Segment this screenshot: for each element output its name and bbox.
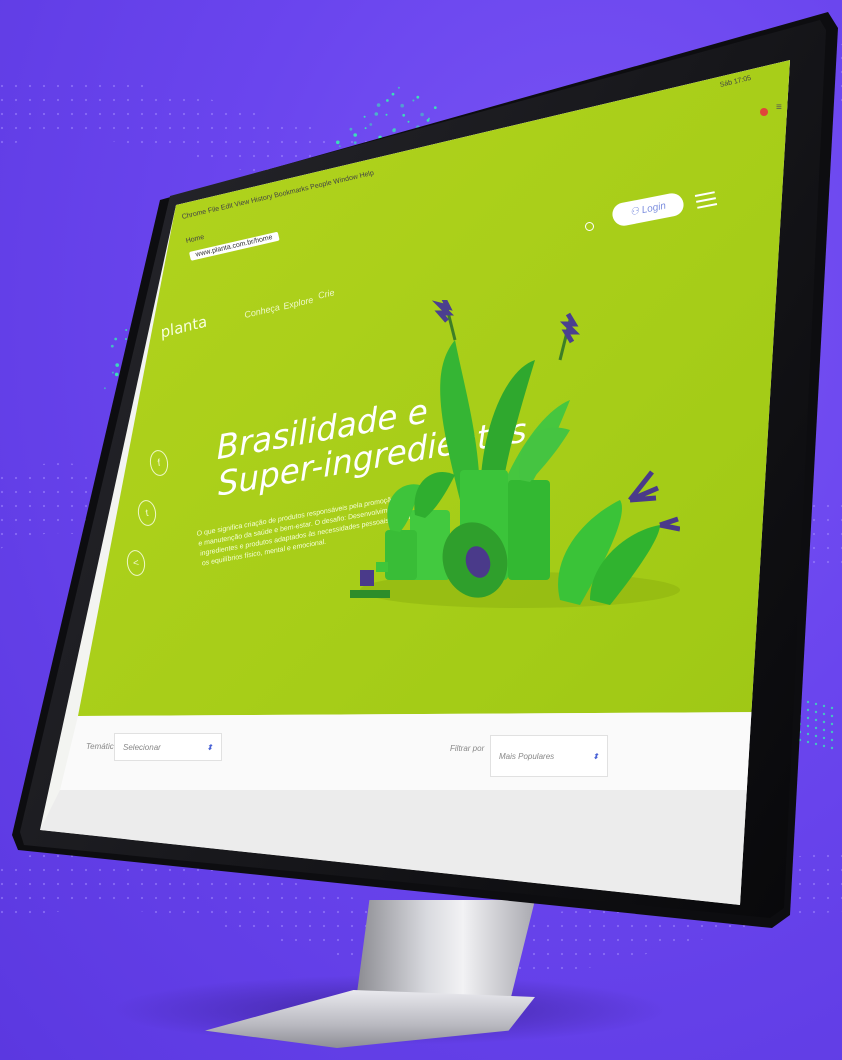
facebook-icon: f — [156, 457, 162, 469]
select-arrows-icon: ⬍ — [206, 742, 213, 752]
select-arrows-icon: ⬍ — [592, 751, 599, 761]
extension-icon[interactable] — [760, 108, 768, 116]
sort-select-value: Mais Populares — [499, 751, 555, 761]
share-icon: < — [132, 557, 140, 569]
hero-plant-illustration — [350, 300, 680, 608]
sort-label: Filtrar por — [450, 744, 485, 753]
browser-menu-icon[interactable]: ≡ — [776, 102, 782, 113]
category-select[interactable]: Selecionar ⬍ — [114, 733, 222, 761]
search-icon[interactable] — [585, 222, 594, 231]
monitor: Chrome File Edit View History Bookmarks … — [0, 0, 842, 1060]
category-select-value: Selecionar — [123, 742, 161, 752]
sort-select[interactable]: Mais Populares ⬍ — [490, 735, 608, 777]
login-label: Login — [640, 200, 667, 217]
twitter-icon: t — [144, 507, 150, 519]
